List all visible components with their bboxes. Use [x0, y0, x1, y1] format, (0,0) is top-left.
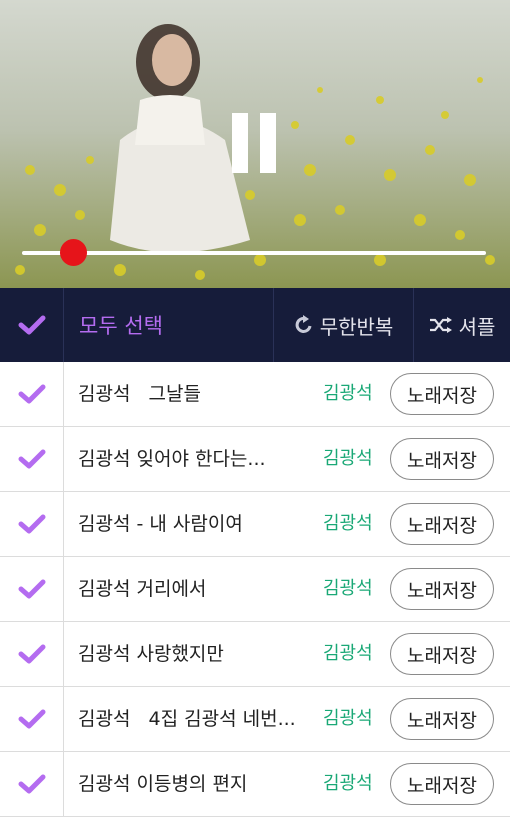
song-title[interactable]: 김광석 사랑했지만 [78, 622, 310, 686]
song-checkbox[interactable] [0, 492, 64, 556]
save-song-button[interactable]: 노래저장 [390, 438, 494, 480]
save-song-button[interactable]: 노래저장 [390, 568, 494, 610]
song-artist: 김광석 [323, 773, 373, 794]
select-all-label: 모두 선택 [79, 314, 163, 338]
seek-thumb[interactable] [59, 239, 87, 266]
table-row[interactable]: 김광석 잊어야 한다는... 김광석 노래저장 [0, 427, 510, 492]
check-icon [18, 774, 45, 794]
save-song-button[interactable]: 노래저장 [390, 503, 494, 545]
song-checkbox[interactable] [0, 427, 64, 491]
song-artist: 김광석 [323, 448, 373, 469]
song-artist: 김광석 [323, 708, 373, 729]
song-checkbox[interactable] [0, 687, 64, 751]
table-row[interactable]: 김광석 - 내 사람이여 김광석 노래저장 [0, 492, 510, 557]
check-icon [18, 315, 45, 335]
table-row[interactable]: 김광석 사랑했지만 김광석 노래저장 [0, 622, 510, 687]
shuffle-button[interactable]: 셔플 [414, 288, 510, 362]
table-row[interactable]: 김광석 그날들 김광석 노래저장 [0, 362, 510, 427]
song-title[interactable]: 김광석 - 내 사람이여 [78, 492, 310, 556]
song-title[interactable]: 김광석 그날들 [78, 362, 310, 426]
repeat-button[interactable]: 무한반복 [274, 288, 414, 362]
playlist-toolbar: 모두 선택 무한반복 셔플 [0, 288, 510, 362]
save-song-button[interactable]: 노래저장 [390, 373, 494, 415]
song-title[interactable]: 김광석 이등병의 편지 [78, 752, 310, 816]
check-icon [18, 709, 45, 729]
song-artist: 김광석 [323, 643, 373, 664]
shuffle-icon [429, 317, 452, 333]
table-row[interactable]: 김광석 이등병의 편지 김광석 노래저장 [0, 752, 510, 817]
song-title[interactable]: 김광석 거리에서 [78, 557, 310, 621]
select-all-checkbox[interactable] [0, 288, 64, 362]
repeat-icon [295, 315, 312, 333]
check-icon [18, 644, 45, 664]
check-icon [18, 514, 45, 534]
song-artist: 김광석 [323, 578, 373, 599]
song-checkbox[interactable] [0, 557, 64, 621]
song-title[interactable]: 김광석 4집 김광석 네번... [78, 687, 310, 751]
save-song-button[interactable]: 노래저장 [390, 698, 494, 740]
repeat-label: 무한반복 [319, 314, 394, 339]
shuffle-label: 셔플 [458, 314, 496, 339]
song-checkbox[interactable] [0, 362, 64, 426]
check-icon [18, 384, 45, 404]
video-player[interactable] [0, 0, 510, 288]
song-title[interactable]: 김광석 잊어야 한다는... [78, 427, 310, 491]
pause-button[interactable] [230, 113, 280, 173]
check-icon [18, 579, 45, 599]
song-artist: 김광석 [323, 383, 373, 404]
seek-bar[interactable] [22, 251, 486, 255]
check-icon [18, 449, 45, 469]
song-list: 김광석 그날들 김광석 노래저장 김광석 잊어야 한다는... 김광석 노래저장… [0, 362, 510, 817]
song-checkbox[interactable] [0, 622, 64, 686]
save-song-button[interactable]: 노래저장 [390, 633, 494, 675]
select-all-button[interactable]: 모두 선택 [64, 288, 274, 362]
save-song-button[interactable]: 노래저장 [390, 763, 494, 805]
table-row[interactable]: 김광석 4집 김광석 네번... 김광석 노래저장 [0, 687, 510, 752]
table-row[interactable]: 김광석 거리에서 김광석 노래저장 [0, 557, 510, 622]
song-checkbox[interactable] [0, 752, 64, 816]
song-artist: 김광석 [323, 513, 373, 534]
